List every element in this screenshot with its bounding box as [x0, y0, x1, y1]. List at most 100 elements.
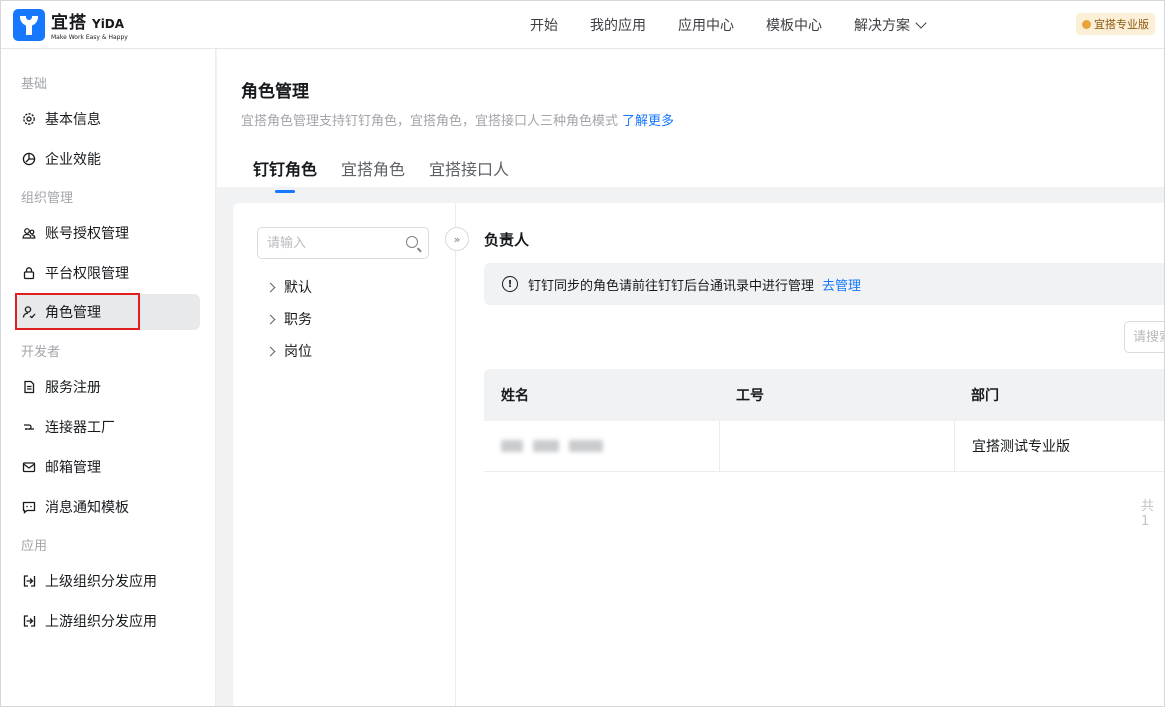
nav-start[interactable]: 开始 [530, 15, 558, 35]
sync-notice: ! 钉钉同步的角色请前往钉钉后台通讯录中进行管理 去管理 [484, 263, 1164, 305]
member-search-box [1124, 321, 1164, 353]
notice-text: 钉钉同步的角色请前往钉钉后台通讯录中进行管理 [528, 278, 815, 294]
sidebar-item-basic-info[interactable]: 基本信息 [16, 101, 200, 137]
sidebar-item-label: 连接器工厂 [45, 420, 115, 436]
redacted-text [569, 440, 603, 452]
nav-solutions[interactable]: 解决方案 [854, 15, 927, 35]
sidebar-group-apps: 应用 [21, 539, 48, 554]
pro-badge-label: 宜搭专业版 [1094, 18, 1149, 31]
distribute-icon [22, 574, 36, 588]
gear-icon [22, 112, 36, 126]
double-chevron-right-icon: » [453, 232, 461, 246]
logo-slogan: Make Work Easy & Happy [51, 34, 128, 41]
tree-item-label: 默认 [284, 280, 312, 296]
sidebar-item-efficiency[interactable]: 企业效能 [16, 141, 200, 177]
sidebar-item-upper-org-distribute[interactable]: 上级组织分发应用 [16, 563, 200, 599]
pro-edition-badge[interactable]: 宜搭专业版 [1076, 13, 1155, 35]
page-description-text: 宜搭角色管理支持钉钉角色，宜搭角色，宜搭接口人三种角色模式 [241, 114, 619, 129]
column-header-name: 姓名 [501, 388, 529, 404]
sidebar-item-label: 消息通知模板 [45, 500, 129, 516]
role-search-input[interactable] [258, 228, 388, 258]
cell-employee-id [719, 421, 954, 471]
redacted-text [533, 440, 559, 452]
sidebar-item-label: 账号授权管理 [45, 226, 129, 242]
sidebar-item-mailbox[interactable]: 邮箱管理 [16, 449, 200, 485]
logo-en-text: YiDA [92, 17, 125, 31]
sidebar-group-basic: 基础 [21, 77, 48, 92]
chevron-right-icon[interactable] [265, 346, 276, 356]
column-header-department: 部门 [971, 388, 999, 404]
member-search-input[interactable] [1125, 322, 1164, 352]
coin-icon [1082, 19, 1091, 29]
column-header-employee-id: 工号 [736, 388, 764, 404]
table-header: 姓名 工号 部门 [484, 369, 1164, 421]
learn-more-link[interactable]: 了解更多 [622, 114, 674, 129]
chevron-right-icon[interactable] [265, 282, 276, 292]
user-role-icon [22, 305, 36, 319]
sidebar-item-label: 上游组织分发应用 [45, 614, 157, 630]
connector-icon [22, 420, 36, 434]
tab-yida-contacts[interactable]: 宜搭接口人 [429, 156, 509, 180]
distribute-icon [22, 614, 36, 628]
sidebar-item-account-auth[interactable]: 账号授权管理 [16, 215, 200, 251]
role-tabs: 钉钉角色 宜搭角色 宜搭接口人 [253, 156, 533, 193]
sidebar-item-label: 角色管理 [45, 305, 101, 321]
page-title: 角色管理 [241, 82, 309, 102]
cell-department: 宜搭测试专业版 [954, 421, 1164, 471]
redacted-text [501, 440, 523, 452]
nav-my-apps[interactable]: 我的应用 [590, 15, 646, 35]
chart-icon [22, 152, 36, 166]
tree-item-label: 岗位 [284, 344, 312, 360]
sidebar-item-label: 基本信息 [45, 112, 101, 128]
top-bar: 宜搭 YiDA Make Work Easy & Happy 开始 我的应用 应… [1, 1, 1164, 49]
tree-item-post[interactable]: 岗位 [265, 341, 312, 361]
nav-app-center[interactable]: 应用中心 [678, 15, 734, 35]
chevron-right-icon[interactable] [265, 314, 276, 324]
tree-item-default[interactable]: 默认 [265, 277, 312, 297]
mail-icon [22, 460, 36, 474]
sidebar-item-service-registry[interactable]: 服务注册 [16, 369, 200, 405]
yida-logo-icon [13, 8, 45, 41]
exclamation-circle-icon: ! [502, 276, 518, 292]
go-manage-link[interactable]: 去管理 [822, 275, 861, 294]
tree-item-position[interactable]: 职务 [265, 309, 312, 329]
sidebar-item-label: 平台权限管理 [45, 266, 129, 282]
tab-yida-roles[interactable]: 宜搭角色 [341, 156, 405, 180]
sidebar-item-label: 上级组织分发应用 [45, 574, 157, 590]
sidebar-item-label: 企业效能 [45, 152, 101, 168]
yida-logo[interactable]: 宜搭 YiDA Make Work Easy & Happy [13, 8, 128, 41]
sidebar-item-label: 邮箱管理 [45, 460, 101, 476]
table-row[interactable]: 宜搭测试专业版 [484, 421, 1164, 472]
cell-name-redacted [484, 421, 719, 471]
collapse-panel-button[interactable]: » [445, 227, 469, 251]
message-icon [22, 500, 36, 514]
page-header: 角色管理 宜搭角色管理支持钉钉角色，宜搭角色，宜搭接口人三种角色模式 了解更多 钉… [217, 49, 1164, 193]
tab-dingtalk-roles[interactable]: 钉钉角色 [253, 156, 317, 193]
search-icon[interactable] [406, 236, 418, 248]
page-description: 宜搭角色管理支持钉钉角色，宜搭角色，宜搭接口人三种角色模式 了解更多 [241, 110, 674, 129]
sidebar-item-role-management[interactable]: 角色管理 [16, 294, 200, 330]
sidebar-item-upstream-org-distribute[interactable]: 上游组织分发应用 [16, 603, 200, 639]
sidebar-item-platform-permission[interactable]: 平台权限管理 [16, 255, 200, 291]
role-detail-title: 负责人 [484, 231, 530, 249]
role-search-box [257, 227, 429, 259]
lock-icon [22, 266, 36, 280]
sidebar-item-connector-factory[interactable]: 连接器工厂 [16, 409, 200, 445]
users-icon [22, 226, 36, 240]
nav-solutions-label: 解决方案 [854, 18, 910, 34]
nav-template-center[interactable]: 模板中心 [766, 15, 822, 35]
sidebar-group-org: 组织管理 [21, 191, 74, 206]
sidebar: 基础 基本信息 企业效能 组织管理 账号授权管理 平台权限管理 角色管理 开发者… [1, 49, 216, 706]
role-tree-panel: 默认 职务 岗位 [233, 203, 456, 706]
sidebar-group-developer: 开发者 [21, 345, 61, 360]
tree-item-label: 职务 [284, 312, 312, 328]
top-nav: 开始 我的应用 应用中心 模板中心 解决方案 [530, 1, 957, 49]
app-window: 宜搭 YiDA Make Work Easy & Happy 开始 我的应用 应… [0, 0, 1165, 707]
logo-cn-text: 宜搭 [51, 13, 87, 33]
document-icon [22, 380, 36, 394]
sidebar-item-label: 服务注册 [45, 380, 101, 396]
member-table: 姓名 工号 部门 宜搭测试专业版 [484, 369, 1164, 472]
chevron-down-icon [915, 17, 927, 29]
content-card: 默认 职务 岗位 » 负责人 ! 钉钉同步的角色请前往钉钉后台通讯录中进行管理 … [233, 203, 1164, 706]
sidebar-item-message-template[interactable]: 消息通知模板 [16, 489, 200, 525]
